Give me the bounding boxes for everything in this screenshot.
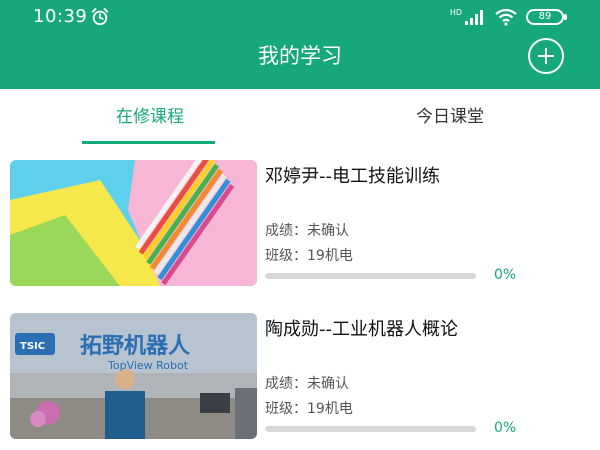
- course-card[interactable]: TSIC 拓野机器人 TopView Robot 陶成勋--工业机器人概论 成绩…: [0, 313, 600, 443]
- course-grade: 成绩：未确认: [265, 376, 349, 392]
- tab-today-class[interactable]: 今日课堂: [300, 89, 600, 145]
- status-icons: HD 89: [449, 8, 567, 26]
- course-title: 陶成勋--工业机器人概论: [265, 319, 458, 340]
- hd-label: HD: [449, 8, 462, 17]
- wifi-icon: [495, 8, 517, 26]
- progress-bar: [265, 273, 476, 279]
- course-thumbnail: TSIC 拓野机器人 TopView Robot: [10, 313, 257, 439]
- tab-enrolled-courses[interactable]: 在修课程: [0, 89, 300, 145]
- course-grade: 成绩：未确认: [265, 223, 349, 239]
- course-class: 班级：19机电: [265, 401, 353, 417]
- progress-percent: 0%: [494, 267, 517, 283]
- tsic-logo-text: TSIC: [20, 341, 45, 352]
- signal-icon: [465, 10, 483, 25]
- course-class: 班级：19机电: [265, 248, 353, 264]
- tab-bar: 在修课程 今日课堂: [0, 89, 600, 145]
- progress-bar: [265, 426, 476, 432]
- course-card[interactable]: 邓婷尹--电工技能训练 成绩：未确认 班级：19机电 0%: [0, 160, 600, 290]
- robot-lab-photo: TSIC 拓野机器人 TopView Robot: [10, 313, 257, 439]
- active-tab-indicator: [82, 141, 215, 144]
- app-header: 10:39 HD 89 我的学习: [0, 0, 600, 89]
- sign-en-text: TopView Robot: [107, 359, 189, 372]
- alarm-icon: [91, 8, 109, 26]
- status-time: 10:39: [33, 6, 88, 27]
- course-thumbnail: [10, 160, 257, 286]
- colored-paper-image: [10, 160, 257, 286]
- progress-percent: 0%: [494, 420, 517, 436]
- battery-icon: 89: [526, 9, 567, 25]
- course-title: 邓婷尹--电工技能训练: [265, 166, 440, 187]
- sign-cn-text: 拓野机器人: [80, 334, 190, 359]
- page-title: 我的学习: [258, 44, 342, 68]
- add-course-button[interactable]: [528, 38, 564, 74]
- status-bar: 10:39 HD 89: [0, 0, 600, 34]
